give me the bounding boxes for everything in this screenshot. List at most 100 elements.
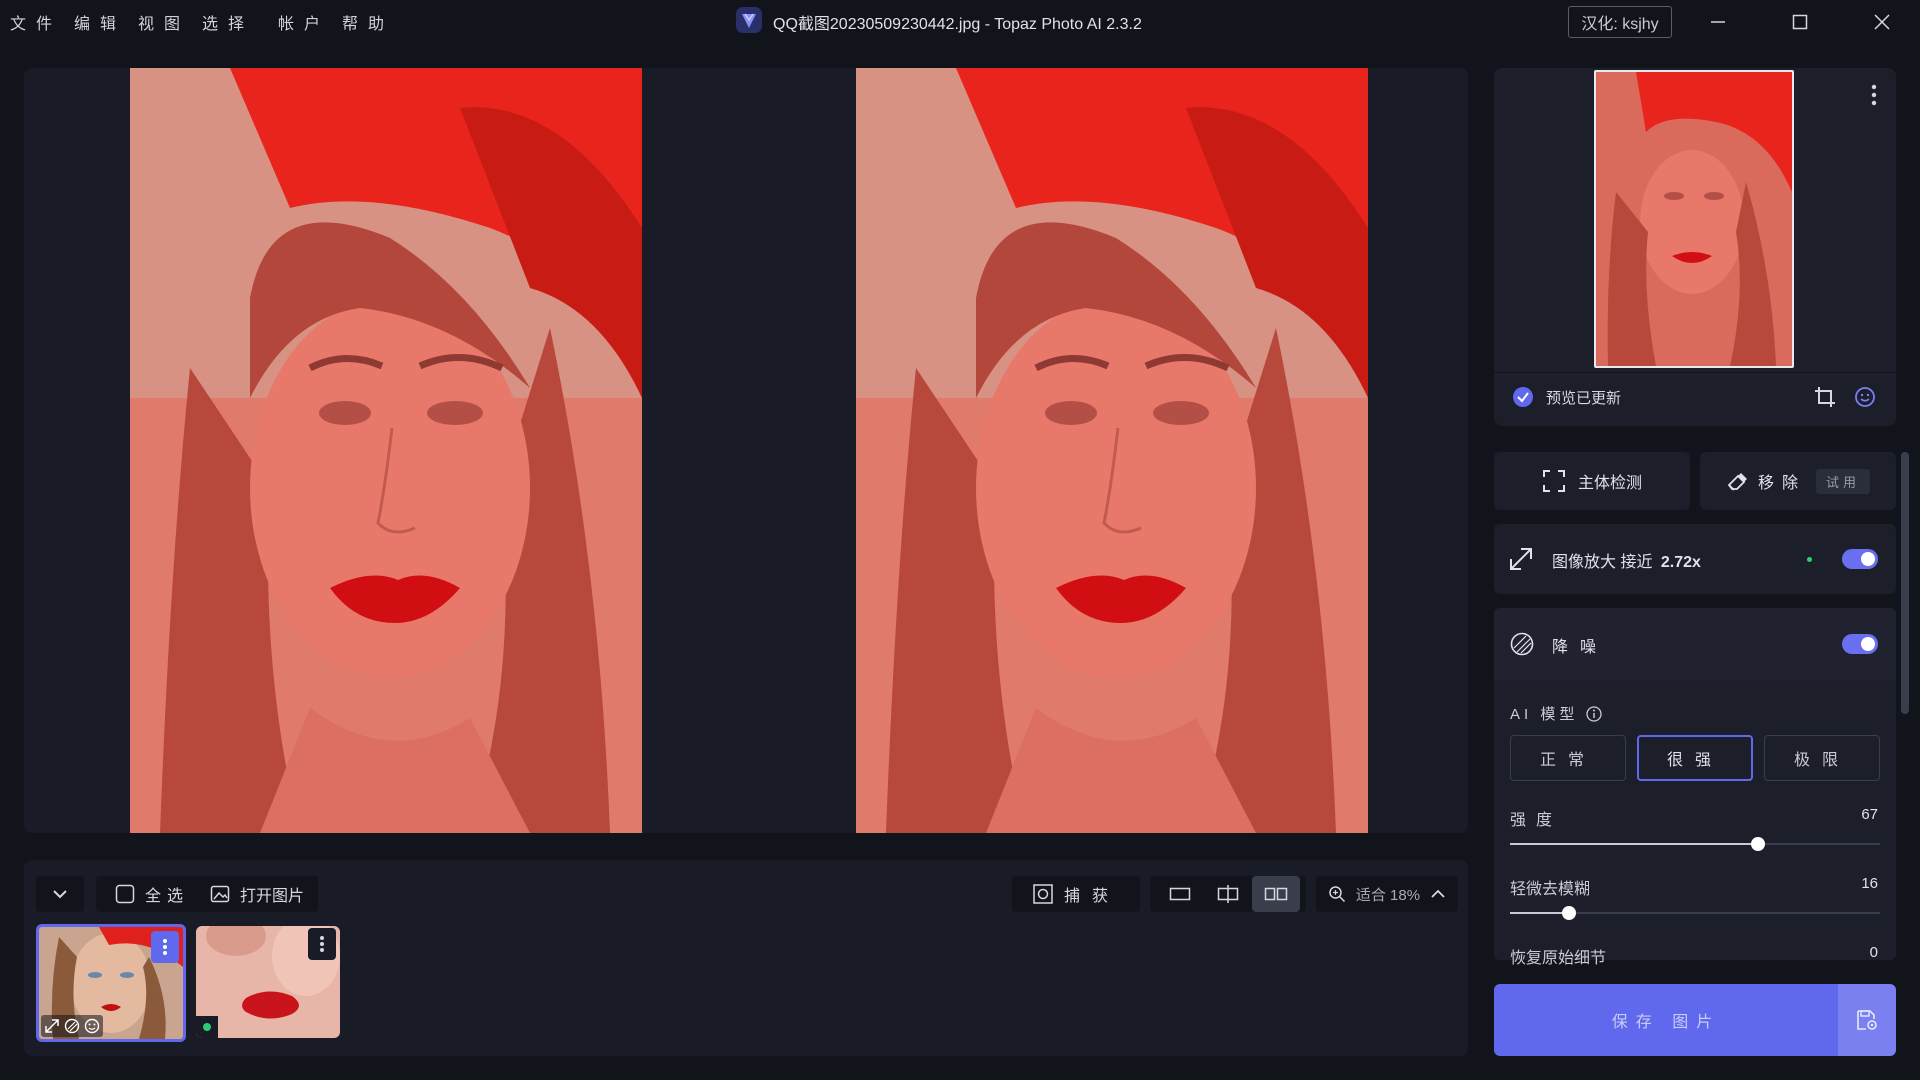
strength-slider-handle[interactable] (1751, 837, 1765, 851)
preview-area[interactable] (24, 68, 1468, 833)
deblur-value: 16 (1861, 875, 1878, 892)
translator-badge: 汉化: ksjhy (1568, 6, 1672, 38)
upscale-text: 图像放大 接近 2.72x (1552, 548, 1701, 572)
single-view-button[interactable] (1156, 876, 1204, 912)
select-all-label: 全选 (144, 888, 189, 905)
menu-account[interactable]: 帐户 (278, 10, 330, 34)
menu-edit[interactable]: 编辑 (74, 10, 126, 34)
menu-help[interactable]: 帮助 (342, 10, 394, 34)
remove-label: 移除 (1757, 475, 1806, 492)
upscale-arrow-icon (1510, 548, 1532, 570)
zoom-control[interactable]: 适合 18% (1316, 876, 1458, 912)
single-view-icon (1169, 887, 1191, 901)
navigator-preview[interactable] (1594, 70, 1794, 368)
capture-label: 捕获 (1063, 888, 1120, 905)
ai-model-label: AI 模型 (1510, 706, 1579, 723)
strength-label: 强度 (1510, 812, 1563, 829)
upscale-status-dot (1807, 557, 1812, 562)
restore-detail-value: 0 (1869, 944, 1878, 961)
select-all-button[interactable]: 全选 (96, 876, 208, 912)
thumbnail-2[interactable] (196, 926, 340, 1038)
thumbnail-1-menu-button[interactable] (151, 931, 179, 963)
upscale-icon (45, 1019, 59, 1033)
save-options-button[interactable] (1838, 984, 1896, 1056)
menu-select[interactable]: 选择 (202, 10, 254, 34)
original-image (130, 68, 642, 833)
deblur-slider-handle[interactable] (1562, 906, 1576, 920)
denoise-icon (64, 1018, 80, 1034)
split-view-icon (1217, 885, 1239, 903)
chevron-up-icon (1431, 889, 1445, 898)
info-icon[interactable] (1586, 705, 1602, 722)
subject-detect-label: 主体检测 (1577, 475, 1642, 492)
more-vertical-icon (320, 936, 324, 952)
deblur-slider-fill (1510, 912, 1569, 914)
upscale-card[interactable]: 图像放大 接近 2.72x (1494, 524, 1896, 594)
capture-button[interactable]: 捕获 (1012, 876, 1140, 912)
chevron-down-icon (53, 890, 67, 899)
zoom-label: 适合 18% (1355, 886, 1421, 904)
strength-value: 67 (1861, 806, 1878, 823)
crop-button[interactable] (1812, 384, 1838, 410)
navigator-menu-button[interactable] (1864, 80, 1884, 110)
restore-detail-label: 恢复原始细节 (1510, 950, 1607, 967)
menu-file[interactable]: 文件 (10, 10, 62, 34)
face-recovery-icon (84, 1018, 100, 1034)
save-settings-icon (1857, 1010, 1877, 1030)
thumbnail-2-menu-button[interactable] (308, 928, 336, 960)
checkbox-icon (115, 884, 135, 904)
upscale-value: 2.72x (1660, 554, 1701, 571)
remove-button[interactable]: 移除 试用 (1700, 452, 1896, 510)
open-image-label: 打开图片 (239, 888, 304, 905)
app-logo-icon (735, 6, 763, 39)
side-by-side-view-button[interactable] (1252, 876, 1300, 912)
image-strip: 全选 打开图片 捕获 适合 18% (24, 860, 1468, 1056)
ai-model-heading: AI 模型 (1510, 703, 1602, 724)
save-image-label: 保存 图片 (1611, 1014, 1721, 1031)
split-view-button[interactable] (1204, 876, 1252, 912)
upscale-label: 图像放大 接近 (1552, 554, 1653, 571)
denoise-icon (1510, 632, 1534, 656)
model-strong-button[interactable]: 很强 (1637, 735, 1753, 781)
maximize-button[interactable] (1768, 0, 1832, 44)
status-dot (203, 1023, 211, 1031)
collapse-strip-button[interactable] (36, 876, 84, 912)
subject-detect-button[interactable]: 主体检测 (1494, 452, 1690, 510)
app-title: QQ截图20230509230442.jpg - Topaz Photo AI … (773, 16, 1142, 33)
denoise-toggle[interactable] (1842, 634, 1878, 654)
camera-capture-icon (1033, 884, 1053, 904)
open-image-button[interactable]: 打开图片 (196, 876, 318, 912)
preview-status-label: 预览已更新 (1546, 389, 1622, 407)
minimize-button[interactable] (1686, 0, 1750, 44)
processed-image (856, 68, 1368, 833)
upscale-toggle[interactable] (1842, 549, 1878, 569)
thumbnail-1-selected[interactable] (36, 924, 186, 1042)
face-smile-icon (1855, 387, 1875, 407)
trial-badge: 试用 (1816, 468, 1871, 494)
divider (1494, 372, 1896, 373)
more-vertical-icon (163, 939, 167, 955)
settings-scrollbar[interactable] (1901, 452, 1909, 714)
denoise-card: 降噪 (1494, 608, 1896, 960)
deblur-label: 轻微去模糊 (1510, 881, 1591, 898)
check-circle-icon (1513, 387, 1533, 407)
crop-icon (1815, 387, 1835, 407)
side-by-side-icon (1264, 887, 1288, 901)
menu-view[interactable]: 视图 (138, 10, 190, 34)
denoise-label: 降噪 (1552, 639, 1609, 656)
title-bar: 文件 编辑 视图 选择 帐户 帮助 QQ截图20230509230442.jpg… (0, 0, 1920, 44)
close-button[interactable] (1850, 0, 1914, 44)
save-image-button[interactable]: 保存 图片 (1494, 984, 1838, 1056)
view-mode-group (1150, 876, 1306, 912)
eraser-icon (1727, 473, 1747, 491)
frame-focus-icon (1542, 470, 1565, 492)
more-vertical-icon (1871, 84, 1877, 106)
preview-status: 预览已更新 (1512, 386, 1621, 408)
strength-slider-fill (1510, 843, 1758, 845)
model-normal-button[interactable]: 正常 (1510, 735, 1626, 781)
model-extreme-button[interactable]: 极限 (1764, 735, 1880, 781)
thumbnail-2-status (196, 1016, 218, 1038)
face-detect-button[interactable] (1852, 384, 1878, 410)
thumbnail-1-badges (41, 1015, 103, 1037)
image-icon (210, 885, 230, 903)
